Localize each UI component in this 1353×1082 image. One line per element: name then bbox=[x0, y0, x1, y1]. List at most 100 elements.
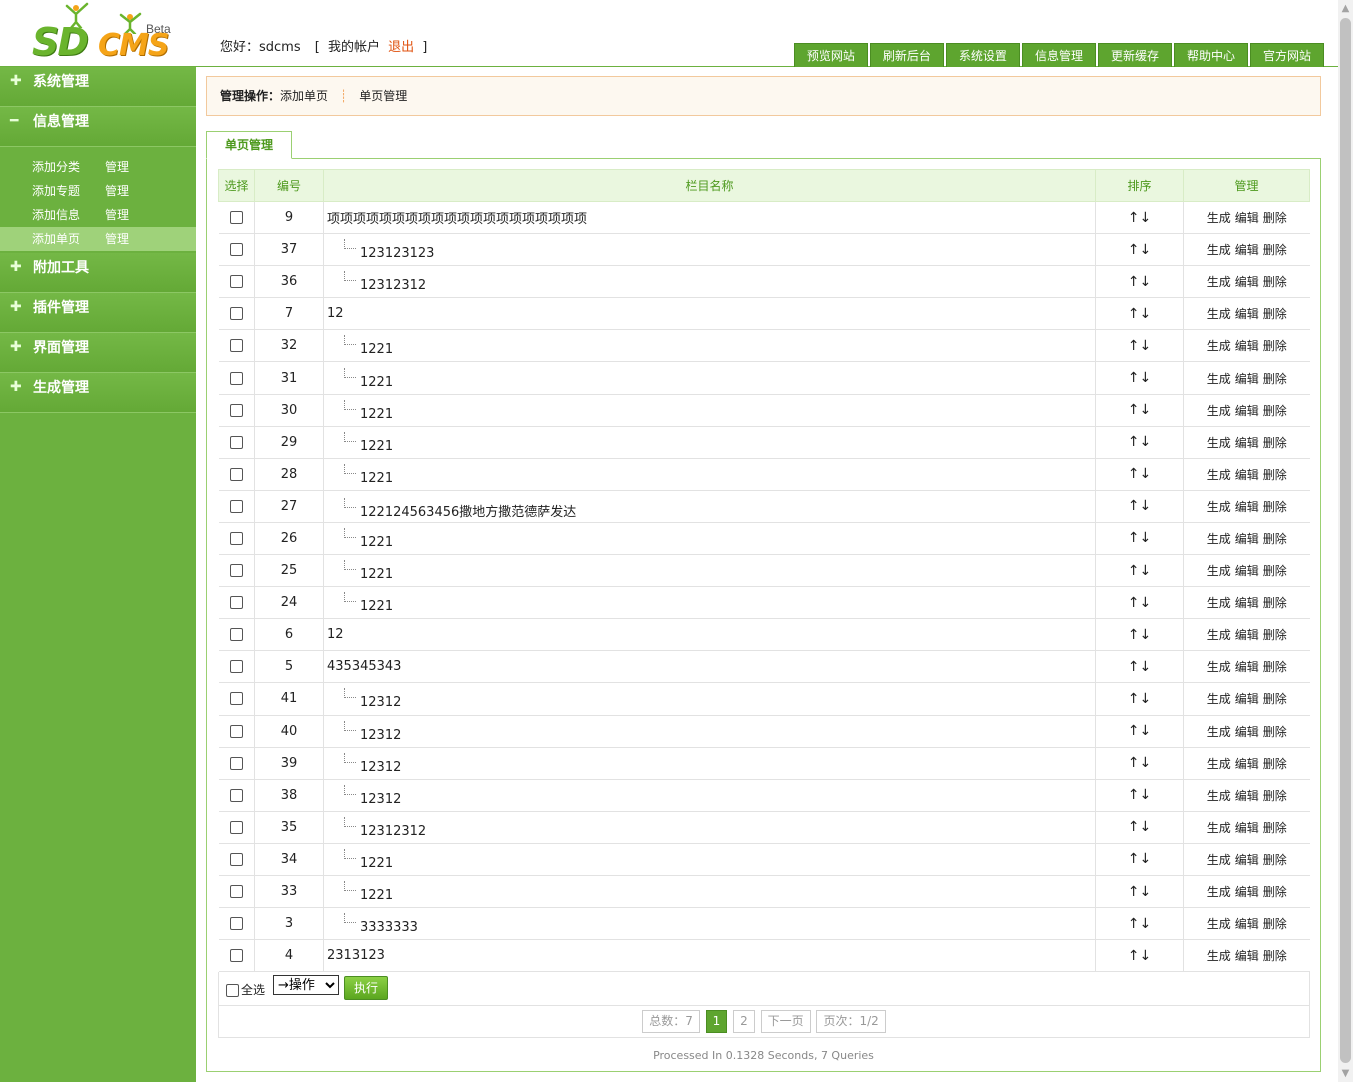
delete-link[interactable]: 删除 bbox=[1263, 660, 1287, 674]
edit-link[interactable]: 编辑 bbox=[1235, 532, 1259, 546]
generate-link[interactable]: 生成 bbox=[1207, 789, 1231, 803]
delete-link[interactable]: 删除 bbox=[1263, 339, 1287, 353]
row-checkbox[interactable] bbox=[229, 628, 243, 642]
sdcms-logo[interactable]: SD CMS Beta bbox=[30, 2, 190, 64]
row-checkbox[interactable] bbox=[229, 275, 243, 289]
edit-link[interactable]: 编辑 bbox=[1235, 596, 1259, 610]
operation-select[interactable]: →操作 bbox=[273, 975, 339, 995]
delete-link[interactable]: 删除 bbox=[1263, 532, 1287, 546]
delete-link[interactable]: 删除 bbox=[1263, 853, 1287, 867]
delete-link[interactable]: 删除 bbox=[1263, 596, 1287, 610]
delete-link[interactable]: 删除 bbox=[1263, 468, 1287, 482]
op-add-page-link[interactable]: 添加单页 bbox=[280, 89, 328, 103]
row-checkbox[interactable] bbox=[229, 885, 243, 899]
sort-arrows-icon[interactable]: ↑↓ bbox=[1128, 306, 1151, 322]
sidebar-menu-generate[interactable]: ✚ 生成管理 bbox=[0, 373, 196, 413]
row-checkbox[interactable] bbox=[229, 307, 243, 321]
generate-link[interactable]: 生成 bbox=[1207, 725, 1231, 739]
delete-link[interactable]: 删除 bbox=[1263, 211, 1287, 225]
generate-link[interactable]: 生成 bbox=[1207, 596, 1231, 610]
delete-link[interactable]: 删除 bbox=[1263, 949, 1287, 963]
generate-link[interactable]: 生成 bbox=[1207, 885, 1231, 899]
sort-arrows-icon[interactable]: ↑↓ bbox=[1128, 723, 1151, 739]
sort-arrows-icon[interactable]: ↑↓ bbox=[1128, 274, 1151, 290]
row-checkbox[interactable] bbox=[229, 435, 243, 449]
sort-arrows-icon[interactable]: ↑↓ bbox=[1128, 595, 1151, 611]
sort-arrows-icon[interactable]: ↑↓ bbox=[1128, 563, 1151, 579]
delete-link[interactable]: 删除 bbox=[1263, 885, 1287, 899]
generate-link[interactable]: 生成 bbox=[1207, 564, 1231, 578]
sort-arrows-icon[interactable]: ↑↓ bbox=[1128, 402, 1151, 418]
sort-arrows-icon[interactable]: ↑↓ bbox=[1128, 210, 1151, 226]
nav-preview-site[interactable]: 预览网站 bbox=[793, 43, 868, 67]
scroll-up-icon[interactable]: ▲ bbox=[1338, 0, 1353, 17]
sort-arrows-icon[interactable]: ↑↓ bbox=[1128, 242, 1151, 258]
sidebar-item-add-page[interactable]: 添加单页 bbox=[32, 227, 80, 251]
generate-link[interactable]: 生成 bbox=[1207, 532, 1231, 546]
edit-link[interactable]: 编辑 bbox=[1235, 757, 1259, 771]
sort-arrows-icon[interactable]: ↑↓ bbox=[1128, 370, 1151, 386]
row-checkbox[interactable] bbox=[229, 403, 243, 417]
delete-link[interactable]: 删除 bbox=[1263, 757, 1287, 771]
row-checkbox[interactable] bbox=[229, 339, 243, 353]
pager-page-2[interactable]: 2 bbox=[733, 1010, 755, 1033]
row-checkbox[interactable] bbox=[229, 467, 243, 481]
edit-link[interactable]: 编辑 bbox=[1235, 949, 1259, 963]
generate-link[interactable]: 生成 bbox=[1207, 372, 1231, 386]
logout-link[interactable]: 退出 bbox=[388, 40, 414, 55]
sort-arrows-icon[interactable]: ↑↓ bbox=[1128, 691, 1151, 707]
nav-official-site[interactable]: 官方网站 bbox=[1249, 43, 1324, 67]
pager-page-1[interactable]: 1 bbox=[705, 1010, 728, 1033]
nav-system-settings[interactable]: 系统设置 bbox=[945, 43, 1020, 67]
nav-update-cache[interactable]: 更新缓存 bbox=[1097, 43, 1172, 67]
row-checkbox[interactable] bbox=[229, 499, 243, 513]
sidebar-item-manage-topic[interactable]: 管理 bbox=[105, 179, 129, 203]
edit-link[interactable]: 编辑 bbox=[1235, 917, 1259, 931]
sort-arrows-icon[interactable]: ↑↓ bbox=[1128, 948, 1151, 964]
edit-link[interactable]: 编辑 bbox=[1235, 853, 1259, 867]
sort-arrows-icon[interactable]: ↑↓ bbox=[1128, 498, 1151, 514]
sort-arrows-icon[interactable]: ↑↓ bbox=[1128, 627, 1151, 643]
delete-link[interactable]: 删除 bbox=[1263, 500, 1287, 514]
delete-link[interactable]: 删除 bbox=[1263, 789, 1287, 803]
scrollbar-thumb[interactable] bbox=[1340, 18, 1351, 1063]
delete-link[interactable]: 删除 bbox=[1263, 275, 1287, 289]
edit-link[interactable]: 编辑 bbox=[1235, 307, 1259, 321]
sort-arrows-icon[interactable]: ↑↓ bbox=[1128, 434, 1151, 450]
sidebar-item-add-info[interactable]: 添加信息 bbox=[32, 203, 80, 227]
sidebar-item-add-topic[interactable]: 添加专题 bbox=[32, 179, 80, 203]
row-checkbox[interactable] bbox=[229, 820, 243, 834]
edit-link[interactable]: 编辑 bbox=[1235, 660, 1259, 674]
sidebar-item-manage-page[interactable]: 管理 bbox=[105, 227, 129, 251]
edit-link[interactable]: 编辑 bbox=[1235, 789, 1259, 803]
row-checkbox[interactable] bbox=[229, 724, 243, 738]
delete-link[interactable]: 删除 bbox=[1263, 564, 1287, 578]
edit-link[interactable]: 编辑 bbox=[1235, 211, 1259, 225]
scroll-down-icon[interactable]: ▼ bbox=[1338, 1065, 1353, 1082]
row-checkbox[interactable] bbox=[229, 917, 243, 931]
sort-arrows-icon[interactable]: ↑↓ bbox=[1128, 466, 1151, 482]
generate-link[interactable]: 生成 bbox=[1207, 628, 1231, 642]
row-checkbox[interactable] bbox=[229, 852, 243, 866]
row-checkbox[interactable] bbox=[229, 243, 243, 257]
delete-link[interactable]: 删除 bbox=[1263, 404, 1287, 418]
sort-arrows-icon[interactable]: ↑↓ bbox=[1128, 755, 1151, 771]
edit-link[interactable]: 编辑 bbox=[1235, 628, 1259, 642]
sidebar-menu-plugins[interactable]: ✚ 插件管理 bbox=[0, 293, 196, 333]
sidebar-item-manage-category[interactable]: 管理 bbox=[105, 155, 129, 179]
edit-link[interactable]: 编辑 bbox=[1235, 564, 1259, 578]
edit-link[interactable]: 编辑 bbox=[1235, 468, 1259, 482]
edit-link[interactable]: 编辑 bbox=[1235, 339, 1259, 353]
row-checkbox[interactable] bbox=[229, 564, 243, 578]
generate-link[interactable]: 生成 bbox=[1207, 404, 1231, 418]
delete-link[interactable]: 删除 bbox=[1263, 821, 1287, 835]
generate-link[interactable]: 生成 bbox=[1207, 821, 1231, 835]
generate-link[interactable]: 生成 bbox=[1207, 757, 1231, 771]
generate-link[interactable]: 生成 bbox=[1207, 307, 1231, 321]
sidebar-item-manage-info[interactable]: 管理 bbox=[105, 203, 129, 227]
edit-link[interactable]: 编辑 bbox=[1235, 692, 1259, 706]
row-checkbox[interactable] bbox=[229, 660, 243, 674]
row-checkbox[interactable] bbox=[229, 692, 243, 706]
edit-link[interactable]: 编辑 bbox=[1235, 243, 1259, 257]
sort-arrows-icon[interactable]: ↑↓ bbox=[1128, 530, 1151, 546]
